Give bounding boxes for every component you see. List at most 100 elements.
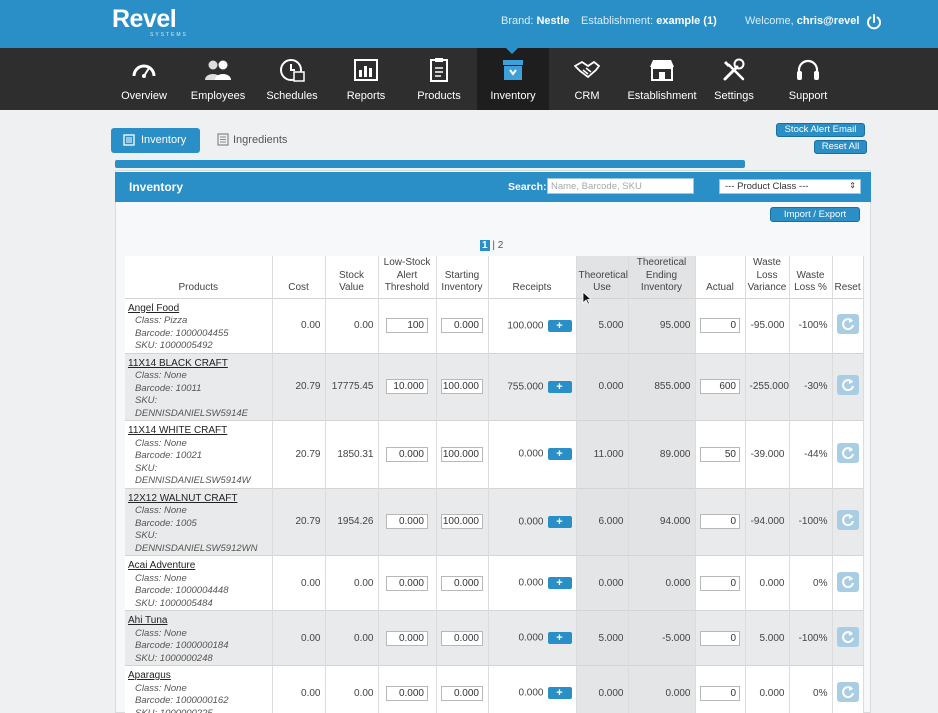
revel-logo[interactable]: Revel SYSTEMS [112,6,186,38]
page-1-link[interactable]: 1 [480,240,490,251]
actual-input[interactable]: 0 [700,318,740,333]
col-waste-percent[interactable]: Waste Loss % [789,256,833,298]
actual-cell: 600 [695,352,746,421]
starting-inventory-input[interactable]: 0.000 [441,685,483,701]
col-products[interactable]: Products [125,256,273,298]
actual-input[interactable]: 0 [700,575,740,591]
actual-input[interactable]: 50 [700,446,740,462]
product-name-link[interactable]: 12X12 WALNUT CRAFT [128,493,268,506]
threshold-input[interactable]: 0.000 [386,575,428,591]
product-name-link[interactable]: Aparagus [128,670,268,683]
product-name-link[interactable]: Angel Food [128,303,268,316]
add-receipt-button[interactable]: + [547,515,572,528]
reset-row-button[interactable] [836,681,859,702]
starting-inventory-input[interactable]: 100.000 [441,446,483,462]
nav-support-label: Support [788,90,828,102]
col-reset: Reset [832,256,864,298]
page-2-link[interactable]: 2 [498,240,504,251]
reset-row-button[interactable] [836,314,859,334]
stock-alert-email-button[interactable]: Stock Alert Email [776,123,865,137]
refresh-icon [841,685,854,698]
reset-all-button[interactable]: Reset All [814,140,867,154]
col-stock-value[interactable]: Stock Value [325,256,379,298]
actual-input[interactable]: 0 [700,630,740,646]
nav-products[interactable]: Products [403,48,475,110]
nav-employees[interactable]: Employees [182,48,254,110]
receipts-value: 100.000 [507,320,544,332]
tab-inventory[interactable]: Inventory [111,128,200,153]
nav-schedules-label: Schedules [266,90,318,102]
col-actual[interactable]: Actual [695,256,746,298]
product-barcode: Barcode: 1000004448 [135,585,229,596]
reset-row-button[interactable] [836,510,859,531]
threshold-input[interactable]: 0.000 [386,514,428,530]
power-icon[interactable] [866,14,882,30]
product-name-link[interactable]: 11X14 WHITE CRAFT [128,425,268,438]
search-input[interactable]: Name, Barcode, SKU [547,178,694,194]
nav-establishment-label: Establishment [627,90,697,102]
receipts-cell: 0.000 + [488,420,577,488]
tab-ingredients[interactable]: Ingredients [215,128,305,153]
stock-value-cell: 0.00 [325,610,379,666]
nav-overview[interactable]: Overview [108,48,180,110]
col-waste-variance[interactable]: Waste Loss Variance [745,256,790,298]
actual-input[interactable]: 600 [700,379,740,395]
actual-cell: 0 [695,487,746,556]
starting-inventory-input[interactable]: 0.000 [441,630,483,646]
product-class-select[interactable]: --- Product Class --- ⇕ [719,179,861,194]
add-receipt-button[interactable]: + [547,380,572,393]
receipts-value: 0.000 [518,577,544,589]
receipts-cell: 0.000 + [488,555,577,611]
add-receipt-button[interactable]: + [547,577,572,589]
actual-input[interactable]: 0 [700,514,740,530]
nav-crm[interactable]: CRM [551,48,623,110]
threshold-input[interactable]: 0.000 [386,630,428,646]
actual-cell: 0 [695,297,746,353]
threshold-input[interactable]: 100 [386,318,428,333]
nav-settings[interactable]: Settings [700,48,768,110]
starting-inventory-input[interactable]: 0.000 [441,575,483,591]
nav-reports[interactable]: Reports [330,48,402,110]
col-theoretical-ending[interactable]: Theoretical Ending Inventory [628,256,696,298]
add-receipt-button[interactable]: + [547,319,572,332]
add-receipt-button[interactable]: + [547,687,572,700]
col-receipts[interactable]: Receipts [488,256,577,298]
add-receipt-button[interactable]: + [547,632,572,644]
cost-cell: 0.00 [272,297,326,353]
establishment-info[interactable]: Establishment: example (1) [581,15,717,27]
brand-info: Brand: Nestle [501,15,570,27]
nav-support[interactable]: Support [772,48,844,110]
theoretical-ending-cell: 95.000 [628,297,696,353]
reset-row-button[interactable] [836,626,859,647]
starting-inventory-input[interactable]: 100.000 [441,379,483,395]
reset-row-button[interactable] [836,375,859,396]
nav-products-label: Products [417,90,461,102]
threshold-input[interactable]: 0.000 [386,446,428,462]
theoretical-ending-cell: 89.000 [628,420,696,488]
reset-cell [832,555,864,611]
threshold-input[interactable]: 10.000 [386,379,428,395]
welcome-user[interactable]: chris@revel [797,15,860,27]
col-cost[interactable]: Cost [272,256,326,298]
col-starting-inventory[interactable]: Starting Inventory [436,256,489,298]
product-name-link[interactable]: Acai Adventure [128,560,268,573]
nav-schedules[interactable]: Schedules [256,48,328,110]
tab-ingredients-label: Ingredients [233,134,288,146]
starting-inventory-input[interactable]: 0.000 [441,318,483,333]
starting-inventory-input[interactable]: 100.000 [441,514,483,530]
product-name-link[interactable]: Ahi Tuna [128,615,268,628]
add-receipt-button[interactable]: + [547,448,572,461]
brand-value: Nestle [536,15,570,27]
reset-row-button[interactable] [836,571,859,592]
product-name-link[interactable]: 11X14 BLACK CRAFT [128,358,268,371]
col-threshold[interactable]: Low-Stock Alert Threshold [378,256,437,298]
reset-row-button[interactable] [836,442,859,463]
waste-variance-cell: 0.000 [745,555,790,611]
actual-input[interactable]: 0 [700,685,740,701]
reset-cell [832,420,864,488]
import-export-button[interactable]: Import / Export [770,207,860,222]
nav-establishment[interactable]: Establishment [624,48,700,110]
threshold-input[interactable]: 0.000 [386,685,428,701]
receipts-value: 0.000 [518,448,544,460]
nav-inventory[interactable]: Inventory [477,48,549,110]
